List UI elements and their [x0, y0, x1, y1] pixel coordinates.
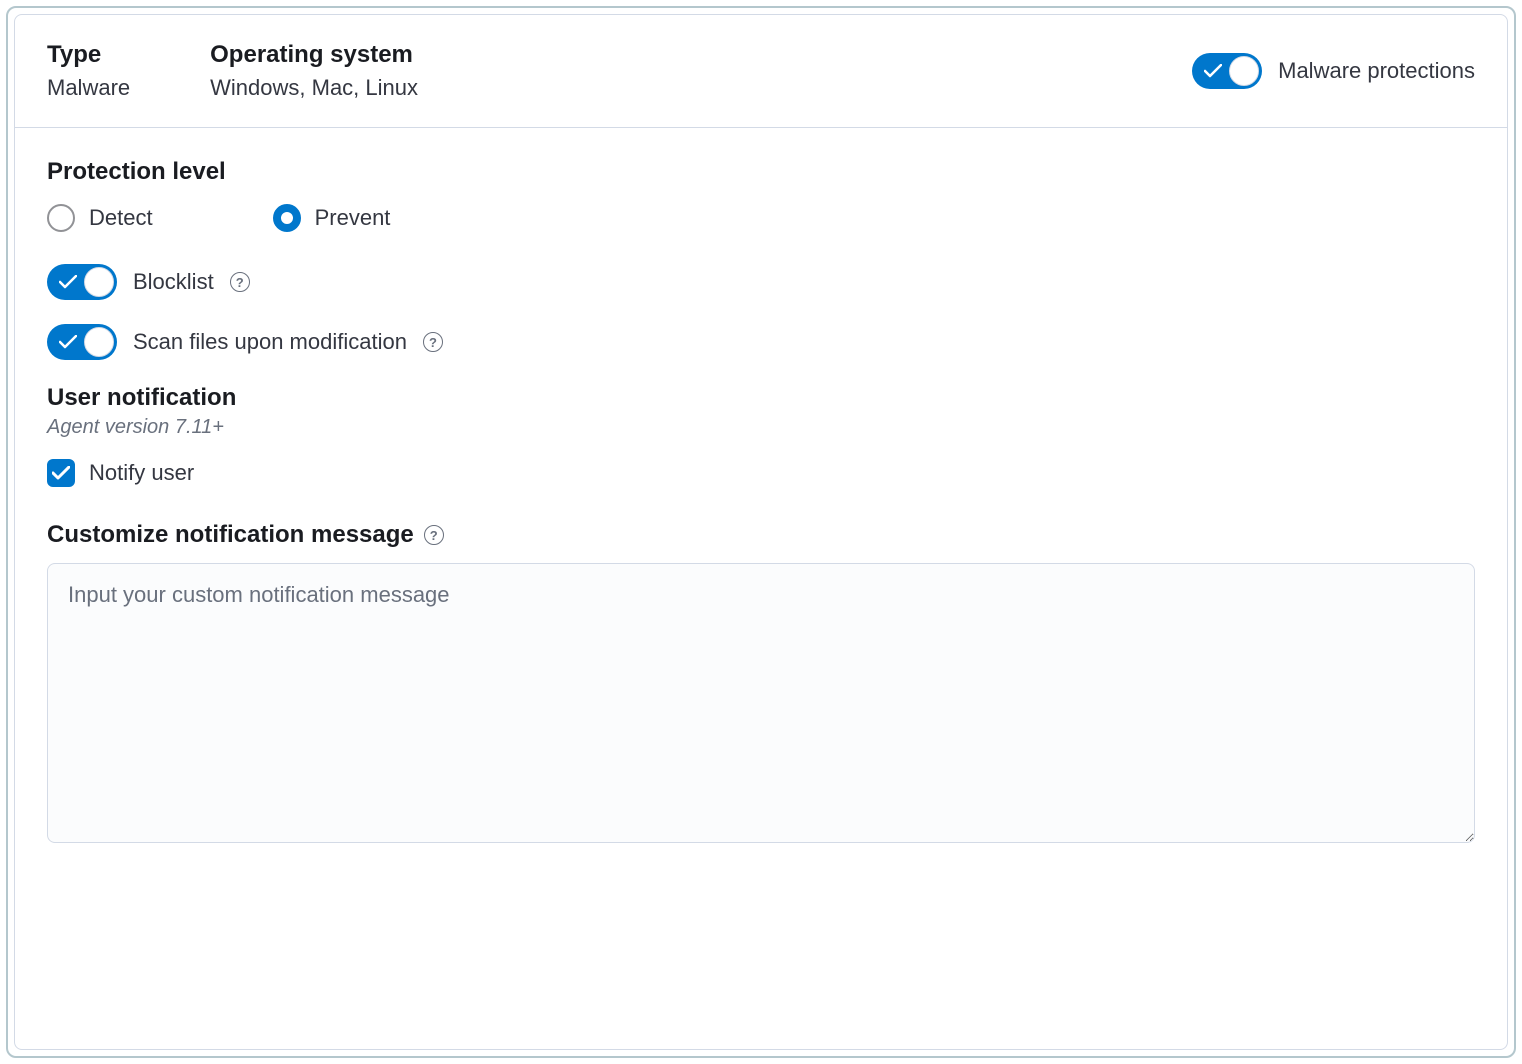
help-icon[interactable]: ? — [230, 272, 250, 292]
scan-label: Scan files upon modification — [133, 329, 407, 355]
malware-protections-label: Malware protections — [1278, 58, 1475, 84]
customize-message-label: Customize notification message — [47, 521, 414, 549]
type-value: Malware — [47, 75, 130, 101]
radio-detect[interactable]: Detect — [47, 204, 153, 232]
user-notification-title: User notification — [47, 384, 1475, 412]
type-label: Type — [47, 41, 130, 69]
check-icon — [59, 275, 77, 289]
notify-user-checkbox[interactable] — [47, 459, 75, 487]
radio-circle-icon — [47, 204, 75, 232]
scan-toggle[interactable] — [47, 324, 117, 360]
toggle-thumb — [84, 327, 114, 357]
type-column: Type Malware — [47, 41, 130, 101]
agent-version-note: Agent version 7.11+ — [47, 416, 1475, 439]
radio-circle-selected-icon — [273, 204, 301, 232]
os-label: Operating system — [210, 41, 418, 69]
check-icon — [1204, 64, 1222, 78]
help-icon[interactable]: ? — [424, 525, 444, 545]
protection-level-radio-group: Detect Prevent — [47, 204, 1475, 232]
blocklist-toggle[interactable] — [47, 264, 117, 300]
os-column: Operating system Windows, Mac, Linux — [210, 41, 418, 101]
notify-user-label: Notify user — [89, 460, 194, 486]
radio-detect-label: Detect — [89, 205, 153, 231]
malware-protections-toggle[interactable] — [1192, 53, 1262, 89]
radio-prevent[interactable]: Prevent — [273, 204, 391, 232]
toggle-thumb — [84, 267, 114, 297]
customize-label-row: Customize notification message ? — [47, 521, 1475, 549]
toggle-thumb — [1229, 56, 1259, 86]
scan-row: Scan files upon modification ? — [47, 324, 1475, 360]
panel-header: Type Malware Operating system Windows, M… — [15, 15, 1507, 128]
protection-level-title: Protection level — [47, 158, 1475, 186]
os-value: Windows, Mac, Linux — [210, 75, 418, 101]
header-toggle-group: Malware protections — [1192, 53, 1475, 89]
check-icon — [59, 335, 77, 349]
help-icon[interactable]: ? — [423, 332, 443, 352]
blocklist-label: Blocklist — [133, 269, 214, 295]
notification-message-textarea[interactable] — [47, 563, 1475, 843]
settings-panel: Type Malware Operating system Windows, M… — [14, 14, 1508, 1050]
outer-frame: Type Malware Operating system Windows, M… — [6, 6, 1516, 1058]
panel-body: Protection level Detect Prevent — [15, 128, 1507, 878]
header-info: Type Malware Operating system Windows, M… — [47, 41, 1192, 101]
notify-user-row: Notify user — [47, 459, 1475, 487]
check-icon — [52, 466, 70, 480]
radio-prevent-label: Prevent — [315, 205, 391, 231]
blocklist-row: Blocklist ? — [47, 264, 1475, 300]
